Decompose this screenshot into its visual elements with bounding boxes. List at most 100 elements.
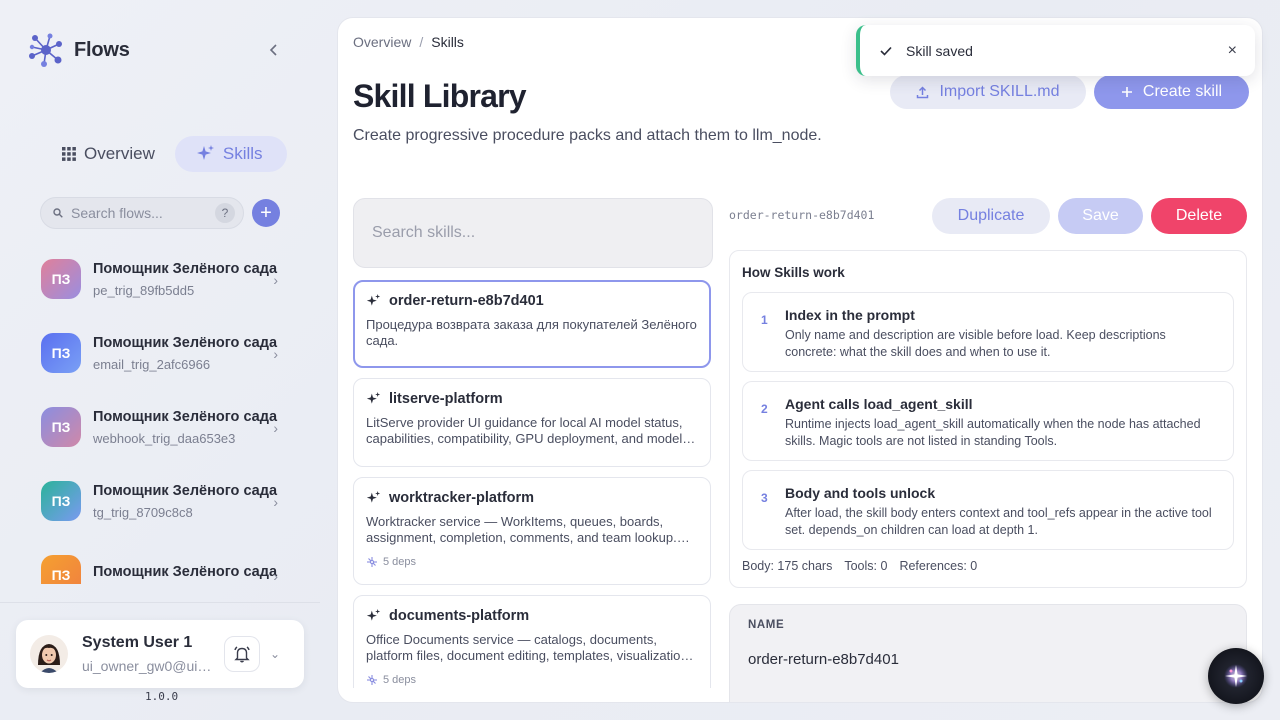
sparkle-icon (366, 293, 381, 306)
check-icon (880, 46, 892, 56)
flow-search: ? (40, 197, 244, 229)
user-name: System User 1 (82, 634, 193, 651)
chevron-right-icon: › (273, 346, 278, 362)
flow-title: Помощник Зелёного сада (93, 564, 278, 580)
chevron-down-icon[interactable]: ⌄ (270, 647, 280, 661)
skill-card[interactable]: worktracker-platform Worktracker service… (353, 477, 711, 585)
flow-avatar: ПЗ (41, 333, 81, 373)
chevron-right-icon: › (273, 568, 278, 584)
sidebar: Flows Overview Skills ? + ПЗ (0, 0, 320, 720)
skill-description: LitServe provider UI guidance for local … (366, 415, 683, 446)
user-avatar (30, 635, 68, 673)
how-skills-title: How Skills work (742, 265, 845, 280)
breadcrumb-overview[interactable]: Overview (353, 34, 411, 50)
create-skill-button[interactable]: Create skill (1094, 75, 1249, 109)
skill-deps: 5 deps (366, 674, 698, 686)
breadcrumb-separator: / (419, 34, 424, 50)
skill-list: order-return-e8b7d401 Процедура возврата… (353, 280, 711, 688)
step-description: Runtime injects load_agent_skill automat… (785, 417, 1201, 448)
flow-avatar: ПЗ (41, 407, 81, 447)
skill-deps: 5 deps (366, 556, 698, 568)
delete-button[interactable]: Delete (1151, 198, 1247, 234)
flow-title: Помощник Зелёного сада (93, 408, 278, 425)
stat-body: Body: 175 chars (742, 559, 833, 573)
how-step: 3 Body and tools unlock After load, the … (742, 470, 1234, 550)
chevron-right-icon: › (273, 420, 278, 436)
how-step: 1 Index in the prompt Only name and desc… (742, 292, 1234, 372)
flow-trigger-id: tg_trig_8709c8c8 (93, 504, 193, 520)
flow-trigger-id: email_trig_2afc6966 (93, 356, 211, 372)
skill-card[interactable]: litserve-platform LitServe provider UI g… (353, 378, 711, 467)
flow-title: Помощник Зелёного сада (93, 482, 278, 499)
duplicate-button[interactable]: Duplicate (932, 198, 1050, 234)
sparkle-icon (366, 391, 381, 404)
search-help-badge[interactable]: ? (215, 203, 235, 223)
create-skill-label: Create skill (1142, 83, 1223, 100)
step-title: Index in the prompt (785, 307, 915, 323)
close-icon[interactable]: × (1228, 42, 1237, 60)
flow-item[interactable]: ПЗ Помощник Зелёного сада email_trig_2af… (24, 316, 296, 390)
page-title: Skill Library (353, 78, 527, 114)
skill-stats: Body: 175 chars Tools: 0 References: 0 (742, 559, 977, 573)
name-field-label: NAME (748, 619, 785, 631)
skill-card[interactable]: documents-platform Office Documents serv… (353, 595, 711, 688)
breadcrumb: Overview / Skills (353, 34, 464, 50)
grid-icon (62, 147, 76, 161)
toast-notification: Skill saved × (856, 25, 1255, 76)
sparkle-icon (366, 608, 381, 621)
sidebar-divider (0, 602, 320, 603)
step-description: After load, the skill body enters contex… (785, 506, 1212, 537)
sparkle-icon (196, 145, 214, 160)
save-button[interactable]: Save (1058, 198, 1143, 234)
flow-search-input[interactable] (71, 205, 191, 221)
flow-item[interactable]: ПЗ Помощник Зелёного сада webhook_trig_d… (24, 390, 296, 464)
notifications-button[interactable] (224, 636, 260, 672)
step-description: Only name and description are visible be… (785, 328, 1166, 359)
skill-description: Процедура возврата заказа для покупателе… (366, 317, 697, 348)
dependencies-icon (367, 675, 377, 685)
skill-name: documents-platform (389, 608, 530, 624)
flow-item[interactable]: ПЗ Помощник Зелёного сада tg_trig_8709c8… (24, 464, 296, 538)
flow-trigger-id: webhook_trig_daa653e3 (93, 430, 236, 446)
flow-item[interactable]: ПЗ Помощник Зелёного сада › (24, 538, 296, 584)
how-step: 2 Agent calls load_agent_skill Runtime i… (742, 381, 1234, 461)
tab-skills[interactable]: Skills (174, 136, 287, 172)
skill-search (353, 198, 713, 268)
breadcrumb-current: Skills (431, 34, 464, 50)
skill-description: Office Documents service — catalogs, doc… (366, 632, 688, 663)
skill-name: worktracker-platform (389, 490, 535, 506)
step-number: 3 (761, 491, 768, 505)
step-number: 1 (761, 313, 768, 327)
brand[interactable]: Flows (28, 32, 130, 68)
skill-description: Worktracker service — WorkItems, queues,… (366, 514, 677, 545)
skill-card[interactable]: order-return-e8b7d401 Процедура возврата… (353, 280, 711, 368)
skill-deps-count: 5 deps (383, 674, 417, 686)
skill-search-input[interactable] (372, 224, 694, 242)
name-field-value[interactable]: order-return-e8b7d401 (748, 651, 899, 668)
flow-item[interactable]: ПЗ Помощник Зелёного сада pe_trig_89fb5d… (24, 242, 296, 316)
import-skill-button[interactable]: Import SKILL.md (890, 75, 1086, 109)
chevron-right-icon: › (273, 494, 278, 510)
page-subtitle: Create progressive procedure packs and a… (353, 127, 822, 144)
app-version: 1.0.0 (145, 690, 179, 703)
collapse-sidebar-button[interactable] (264, 40, 284, 60)
assistant-button[interactable] (1208, 648, 1264, 704)
flow-avatar: ПЗ (41, 555, 81, 584)
tab-skills-label: Skills (222, 144, 263, 163)
user-email: ui_owner_gw0@ui_... (82, 658, 212, 674)
flow-trigger-id: pe_trig_89fb5dd5 (93, 282, 195, 298)
name-field[interactable]: NAME order-return-e8b7d401 (729, 604, 1247, 702)
tab-overview[interactable]: Overview (52, 136, 169, 172)
flow-title: Помощник Зелёного сада (93, 260, 278, 277)
flow-list: ПЗ Помощник Зелёного сада pe_trig_89fb5d… (24, 242, 296, 584)
search-icon (53, 208, 63, 218)
add-flow-button[interactable]: + (252, 199, 280, 227)
assistant-sparkle-icon (1224, 664, 1248, 688)
plus-icon (1121, 87, 1132, 97)
user-card[interactable]: System User 1 ui_owner_gw0@ui_... ⌄ (16, 620, 304, 688)
main-panel: Overview / Skills Skill Library Create p… (337, 17, 1263, 703)
sidebar-tabs: Overview Skills (52, 136, 287, 172)
bell-icon (234, 646, 250, 663)
chevron-right-icon: › (273, 272, 278, 288)
import-skill-label: Import SKILL.md (939, 83, 1060, 100)
